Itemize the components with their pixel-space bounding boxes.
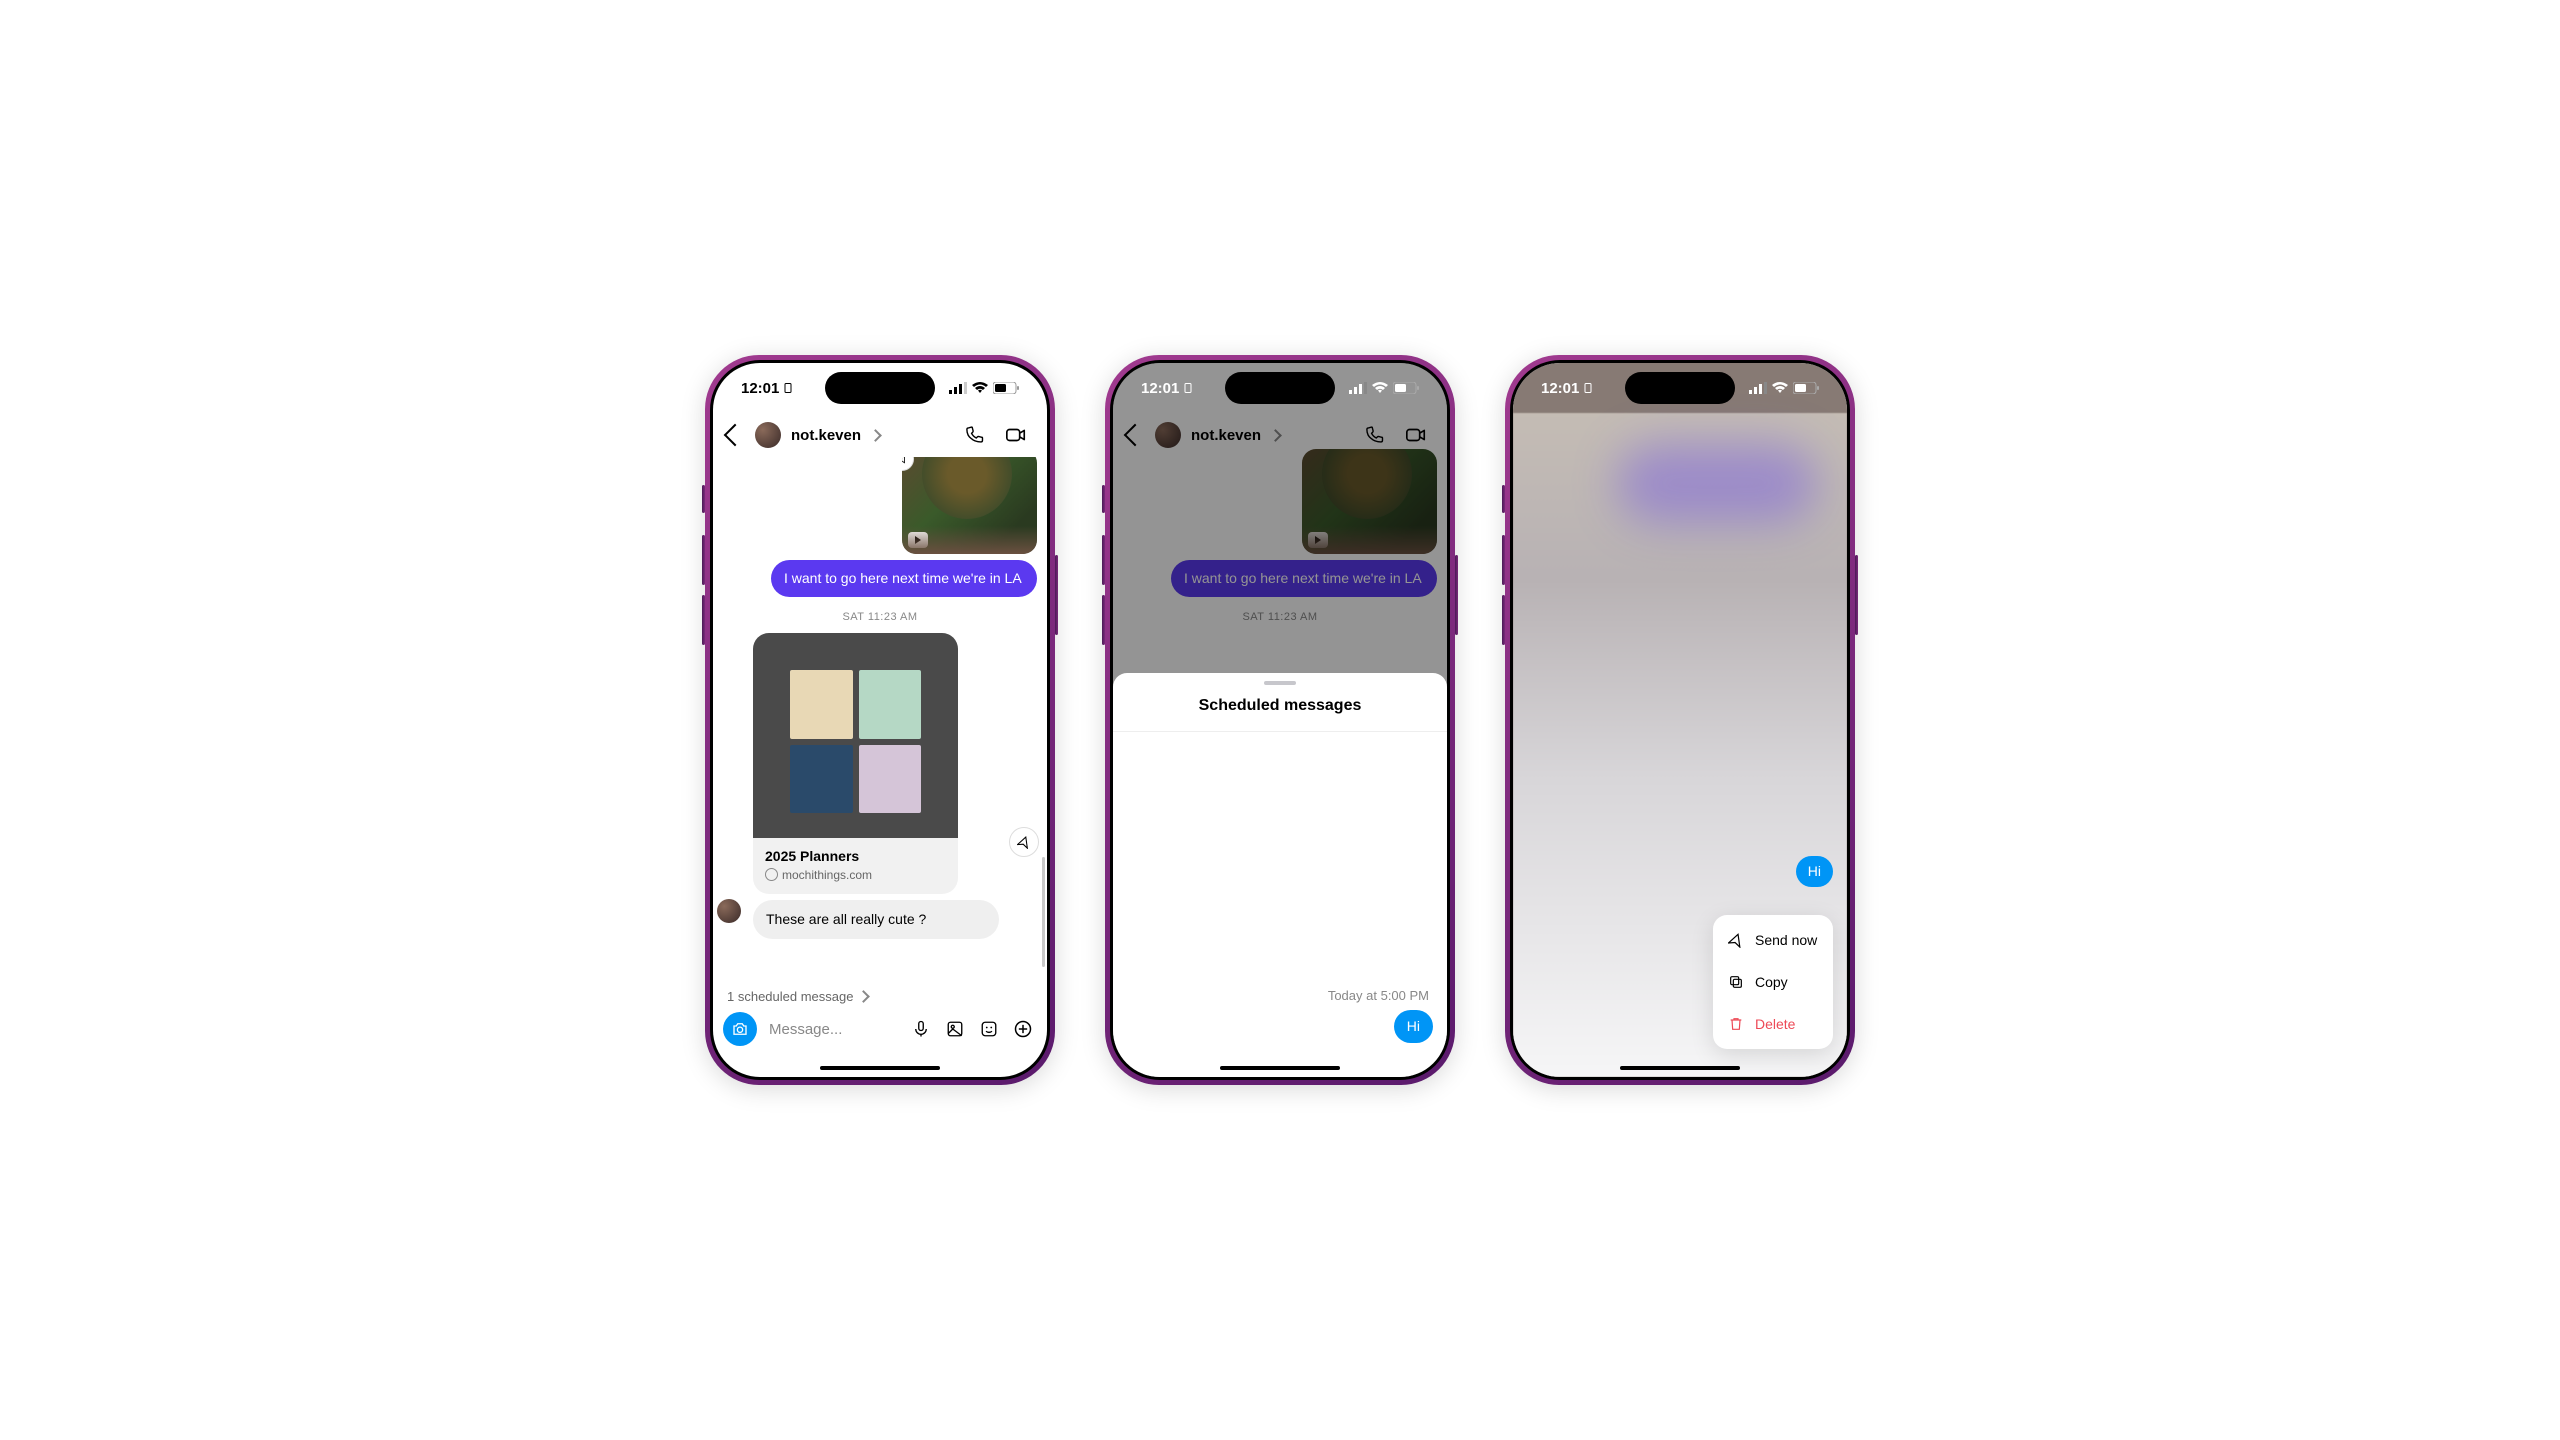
delete-label: Delete — [1755, 1016, 1795, 1032]
video-call-button[interactable] — [999, 418, 1033, 452]
location-indicator-icon — [1582, 382, 1594, 394]
message-thread[interactable]: I want to go here next time we're in LA … — [713, 457, 1047, 983]
home-indicator[interactable] — [820, 1066, 940, 1070]
sheet-drag-handle[interactable] — [1264, 681, 1296, 685]
location-indicator-icon — [782, 382, 794, 394]
phone-mockup-3: 12:01 Hi Send now Copy — [1505, 355, 1855, 1085]
plus-circle-icon — [1013, 1019, 1033, 1039]
chat-header: not.keven — [713, 413, 1047, 457]
globe-icon — [765, 868, 778, 881]
scheduled-messages-sheet[interactable]: Scheduled messages Today at 5:00 PM Hi — [1113, 673, 1447, 1077]
send-icon — [1727, 931, 1745, 949]
trash-icon — [1727, 1015, 1745, 1033]
received-message-bubble[interactable]: These are all really cute ? — [753, 900, 999, 939]
scheduled-message-bubble[interactable]: Hi — [1796, 856, 1833, 887]
send-now-label: Send now — [1755, 932, 1817, 948]
clock-label: 12:01 — [1141, 380, 1179, 397]
home-indicator[interactable] — [1220, 1066, 1340, 1070]
sent-message-bubble: I want to go here next time we're in LA — [1171, 560, 1437, 597]
back-button — [1124, 424, 1147, 447]
username-label: not.keven — [1191, 427, 1261, 444]
link-preview-card[interactable]: 2025 Planners mochithings.com — [753, 633, 958, 894]
copy-label: Copy — [1755, 974, 1788, 990]
camera-icon — [731, 1020, 749, 1038]
username-label[interactable]: not.keven — [791, 427, 861, 444]
delete-action[interactable]: Delete — [1713, 1003, 1833, 1045]
sticker-button[interactable] — [975, 1020, 1003, 1038]
battery-icon — [1393, 382, 1419, 394]
scheduled-banner-label: 1 scheduled message — [727, 989, 853, 1004]
sheet-title: Scheduled messages — [1113, 697, 1447, 715]
clock-label: 12:01 — [1541, 380, 1579, 397]
scheduled-messages-banner[interactable]: 1 scheduled message — [713, 983, 1047, 1004]
video-call-button — [1399, 418, 1433, 452]
gallery-button[interactable] — [941, 1020, 969, 1038]
sender-avatar-small[interactable] — [717, 899, 741, 923]
shared-media-thumbnail — [1302, 449, 1437, 554]
chevron-right-icon — [1269, 429, 1282, 442]
share-button[interactable] — [1009, 827, 1039, 857]
microphone-icon — [912, 1019, 930, 1039]
image-icon — [946, 1020, 964, 1038]
copy-action[interactable]: Copy — [1713, 961, 1833, 1003]
cellular-signal-icon — [1349, 382, 1367, 394]
more-button[interactable] — [1009, 1019, 1037, 1039]
cellular-signal-icon — [1749, 382, 1767, 394]
user-avatar[interactable] — [755, 422, 781, 448]
home-indicator[interactable] — [1620, 1066, 1740, 1070]
clock-label: 12:01 — [741, 380, 779, 397]
timestamp-label: SAT 11:23 AM — [723, 611, 1037, 623]
sent-message-bubble[interactable]: I want to go here next time we're in LA — [771, 560, 1037, 597]
phone-mockup-2: 12:01 not.keven — [1105, 355, 1455, 1085]
user-avatar — [1155, 422, 1181, 448]
reel-icon — [908, 532, 928, 548]
camera-button[interactable] — [723, 1012, 757, 1046]
send-now-action[interactable]: Send now — [1713, 919, 1833, 961]
chevron-right-icon — [858, 990, 871, 1003]
back-button[interactable] — [724, 424, 747, 447]
scrollbar[interactable] — [1042, 857, 1045, 967]
battery-icon — [993, 382, 1019, 394]
dynamic-island — [1625, 372, 1735, 404]
audio-call-button — [1357, 418, 1391, 452]
voice-clip-button[interactable] — [907, 1019, 935, 1039]
wifi-icon — [1372, 382, 1388, 394]
scheduled-message-bubble[interactable]: Hi — [1394, 1010, 1433, 1043]
wifi-icon — [972, 382, 988, 394]
link-preview-domain: mochithings.com — [782, 868, 872, 882]
context-menu: Send now Copy Delete — [1713, 915, 1833, 1049]
sticker-icon — [980, 1020, 998, 1038]
battery-icon — [1793, 382, 1819, 394]
message-input[interactable]: Message... — [763, 1021, 901, 1038]
chevron-right-icon — [869, 429, 882, 442]
cellular-signal-icon — [949, 382, 967, 394]
dynamic-island — [1225, 372, 1335, 404]
copy-icon — [1727, 973, 1745, 991]
bookmark-icon — [902, 457, 914, 471]
link-preview-image — [753, 633, 958, 838]
link-preview-title: 2025 Planners — [765, 848, 946, 864]
wifi-icon — [1772, 382, 1788, 394]
schedule-time-label: Today at 5:00 PM — [1328, 988, 1429, 1003]
timestamp-label: SAT 11:23 AM — [1123, 611, 1437, 623]
dynamic-island — [825, 372, 935, 404]
phone-mockup-1: 12:01 not.keven — [705, 355, 1055, 1085]
shared-media-thumbnail[interactable] — [902, 457, 1037, 554]
audio-call-button[interactable] — [957, 418, 991, 452]
location-indicator-icon — [1182, 382, 1194, 394]
